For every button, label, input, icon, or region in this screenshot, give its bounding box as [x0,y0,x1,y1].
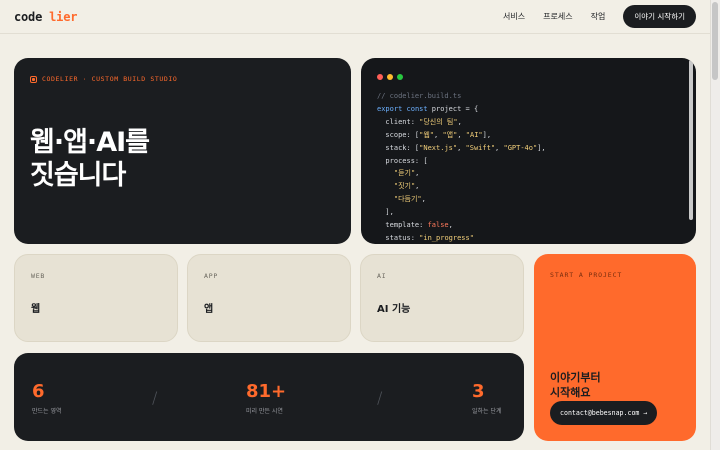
code-line: scope: ["웹", "앱", "AI"], [377,130,492,139]
hero-eyebrow: CODELIER · CUSTOM BUILD STUDIO [30,75,177,83]
code-snippet: // codelier.build.ts export const project… [377,90,546,244]
code-line: stack: ["Next.js", "Swift", "GPT-4o"], [377,143,546,152]
stat-demos: 81+ 미리 만든 시연 [246,381,287,415]
window-controls [377,74,403,80]
start-project-card: START A PROJECT 이야기부터 시작해요 contact@bebes… [534,254,696,441]
service-card-app[interactable]: APP 앱 [187,254,351,342]
logo[interactable]: code lier [14,10,77,24]
page-scrollbar[interactable] [710,0,720,450]
code-line: client: "당신의 팀", [377,117,462,126]
start-conversation-button[interactable]: 이야기 시작하기 [623,5,696,28]
code-line: process: [ [377,156,428,165]
code-window: // codelier.build.ts export const project… [361,58,696,244]
stats-card: 6 만드는 영역 / 81+ 미리 만든 시연 / 3 일하는 단계 [14,353,524,441]
main-nav: 서비스 프로세스 작업 이야기 시작하기 [503,5,696,28]
code-line: template: false, [377,221,453,230]
code-line: "듣기", [393,169,420,178]
hero-card: CODELIER · CUSTOM BUILD STUDIO 웹·앱·AI를 짓… [14,58,351,244]
stat-steps: 3 일하는 단계 [472,381,502,415]
service-card-ai[interactable]: AI AI 기능 [360,254,524,342]
page-scrollbar-thumb[interactable] [712,2,718,80]
nav-work-link[interactable]: 작업 [591,11,606,22]
hero-title: 웹·앱·AI를 짓습니다 [30,127,150,191]
code-line: status: "in_progress" [377,233,474,242]
maximize-dot-icon [397,74,403,80]
start-label: START A PROJECT [550,271,623,279]
start-title: 이야기부터 시작해요 [550,371,601,399]
stat-areas: 6 만드는 영역 [32,381,62,415]
divider-slash: / [152,388,158,407]
divider-slash: / [377,388,383,407]
nav-process-link[interactable]: 프로세스 [543,11,572,22]
eyebrow-text: CODELIER · CUSTOM BUILD STUDIO [42,75,178,83]
code-scrollbar[interactable] [689,60,693,220]
code-line: "다듬기", [393,195,426,204]
nav-services-link[interactable]: 서비스 [503,11,525,22]
code-comment: // codelier.build.ts [377,92,462,100]
close-dot-icon [377,74,383,80]
service-card-web[interactable]: WEB 웹 [14,254,178,342]
record-icon [30,75,37,83]
code-line: export const project = { [377,104,479,113]
site-header: code lier 서비스 프로세스 작업 이야기 시작하기 [0,0,710,34]
minimize-dot-icon [387,74,393,80]
code-line: ], [377,208,394,217]
contact-email-button[interactable]: contact@bebesnap.com → [550,401,658,425]
code-line: "짓기", [393,182,420,191]
